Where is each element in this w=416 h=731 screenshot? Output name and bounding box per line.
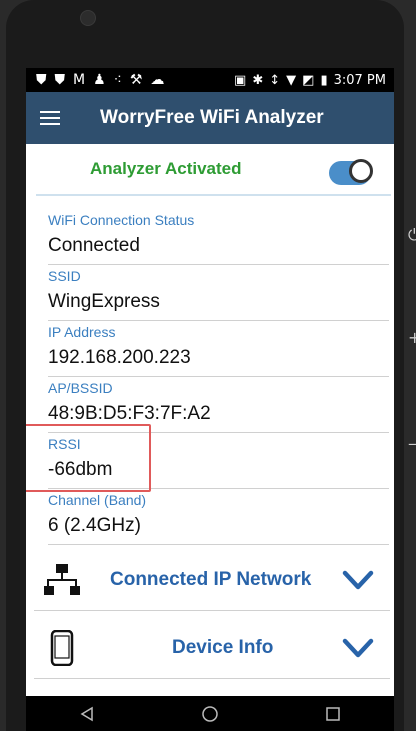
vibrate-icon: ↕	[269, 72, 281, 88]
field-value: Connected	[48, 235, 140, 256]
section-label: Connected IP Network	[110, 569, 312, 590]
activation-row: Analyzer Activated	[36, 144, 391, 196]
field-label: RSSI	[48, 436, 81, 452]
field-value: 48:9B:D5:F3:7F:A2	[48, 403, 211, 424]
status-time: 3:07 PM	[333, 72, 386, 88]
nav-bar	[26, 696, 394, 731]
battery-icon: ▮	[320, 72, 328, 88]
camera-icon	[80, 10, 96, 26]
field-label: SSID	[48, 268, 81, 284]
cloud-icon: ☁	[150, 72, 165, 88]
status-bar: ⛊ ⛊ M ♟ ⁖ ⚒ ☁ ▣ ✱ ↕ ▼ ◩ ▮ 3:07 PM	[26, 68, 394, 92]
shield-icon: ⛊	[54, 72, 66, 88]
field-ssid: SSID WingExpress	[48, 264, 389, 321]
field-label: AP/BSSID	[48, 380, 113, 396]
gmail-icon: M	[73, 72, 86, 88]
field-bssid: AP/BSSID 48:9B:D5:F3:7F:A2	[48, 376, 389, 433]
chevron-down-icon[interactable]	[342, 634, 374, 662]
field-connection-status: WiFi Connection Status Connected	[48, 208, 389, 265]
power-icon: ⏻	[408, 225, 416, 244]
wrench-icon: ⚒	[129, 72, 143, 88]
main-content[interactable]: Analyzer Activated WiFi Connection Statu…	[26, 144, 394, 696]
person-icon: ♟	[93, 72, 106, 88]
analyzer-toggle[interactable]	[329, 159, 373, 185]
section-connected-ip-network[interactable]: Connected IP Network	[34, 550, 390, 611]
activation-label: Analyzer Activated	[90, 159, 242, 178]
recents-icon[interactable]	[313, 701, 353, 727]
field-channel-band: Channel (Band) 6 (2.4GHz)	[48, 488, 389, 545]
app-title: WorryFree WiFi Analyzer	[100, 107, 324, 128]
wifi-icon: ▼	[286, 72, 297, 88]
field-label: WiFi Connection Status	[48, 212, 195, 228]
shield-icon: ⛊	[36, 72, 47, 88]
chevron-down-icon[interactable]	[342, 566, 374, 594]
field-value: 192.168.200.223	[48, 347, 191, 368]
phone-icon	[44, 630, 80, 666]
section-device-info[interactable]: Device Info	[34, 618, 390, 679]
no-signal-icon: ◩	[302, 72, 315, 88]
field-value: -66dbm	[48, 459, 113, 480]
section-label: Device Info	[172, 637, 274, 658]
field-ip-address: IP Address 192.168.200.223	[48, 320, 389, 377]
bluetooth-icon: ✱	[252, 72, 264, 88]
volume-up-icon: +	[408, 328, 416, 347]
network-icon	[44, 562, 80, 598]
home-icon[interactable]	[190, 701, 230, 727]
cast-icon: ▣	[234, 72, 247, 88]
menu-icon[interactable]	[40, 107, 60, 129]
field-label: Channel (Band)	[48, 492, 147, 508]
app-bar: WorryFree WiFi Analyzer	[26, 92, 394, 144]
field-value: WingExpress	[48, 291, 160, 312]
toggle-knob	[349, 159, 373, 183]
field-value: 6 (2.4GHz)	[48, 515, 141, 536]
volume-down-icon: —	[408, 434, 416, 453]
field-rssi: RSSI -66dbm	[48, 432, 389, 489]
dots-icon: ⁖	[113, 72, 122, 88]
field-label: IP Address	[48, 324, 116, 340]
back-icon[interactable]	[67, 701, 107, 727]
